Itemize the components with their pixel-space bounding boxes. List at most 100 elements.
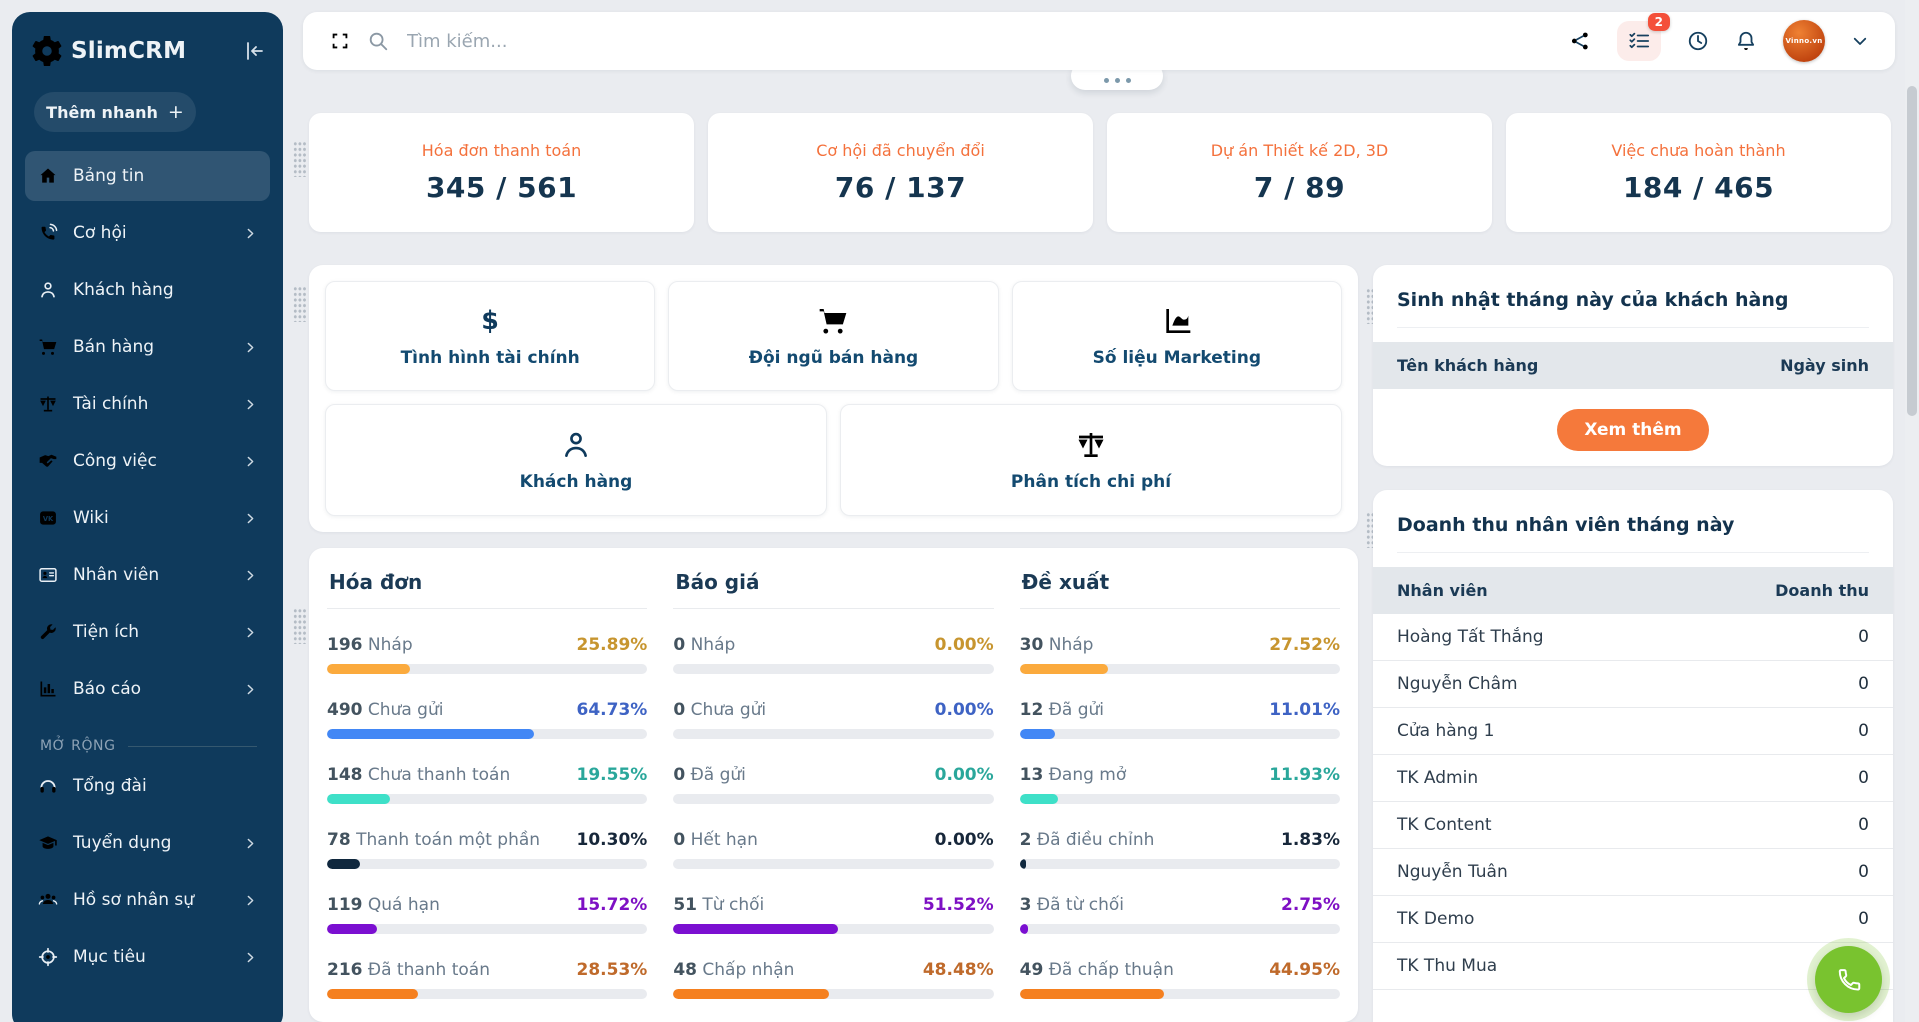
status-label: Từ chối <box>702 895 764 915</box>
stat-card-opportunities[interactable]: Cơ hội đã chuyển đổi 76 / 137 <box>708 113 1093 232</box>
tile-marketing[interactable]: Số liệu Marketing <box>1012 281 1342 391</box>
status-count: 490 <box>327 700 363 720</box>
sidebar-item-bao-cao[interactable]: Báo cáo <box>25 664 270 714</box>
sidebar-item-co-hoi[interactable]: Cơ hội <box>25 208 270 258</box>
sidebar-item-cong-viec[interactable]: Công việc <box>25 436 270 486</box>
progress-bar-fill <box>1020 924 1029 934</box>
progress-bar <box>673 664 993 674</box>
status-label: Nháp <box>691 635 736 655</box>
column-title: Đề xuất <box>1020 570 1340 609</box>
status-count: 0 <box>673 830 685 850</box>
progress-bar <box>673 989 993 999</box>
status-label: Đã gửi <box>691 765 746 785</box>
sidebar-item-wiki[interactable]: Wiki <box>25 493 270 543</box>
sidebar-item-ho-so-nhan-su[interactable]: Hồ sơ nhân sự <box>25 875 270 925</box>
column-quotes: Báo giá 0 Nháp 0.00% 0 Chưa gửi 0.00% 0 … <box>673 570 993 999</box>
sidebar-item-khach-hang[interactable]: Khách hàng <box>25 265 270 315</box>
status-label: Đang mở <box>1049 765 1127 785</box>
call-fab-button[interactable] <box>1815 946 1882 1013</box>
sidebar-item-muc-tieu[interactable]: Mục tiêu <box>25 932 270 982</box>
sidebar-item-ban-hang[interactable]: Bán hàng <box>25 322 270 372</box>
status-count: 0 <box>673 635 685 655</box>
tile-finance[interactable]: Tình hình tài chính <box>325 281 655 391</box>
progress-bar <box>673 859 993 869</box>
progress-bar-fill <box>673 989 828 999</box>
stat-card-tasks[interactable]: Việc chưa hoàn thành 184 / 465 <box>1506 113 1891 232</box>
sidebar-section-mo-rong: MỞ RỘNG <box>40 738 257 754</box>
quick-add-button[interactable]: Thêm nhanh + <box>34 92 196 132</box>
column-header-revenue: Doanh thu <box>1775 581 1869 600</box>
employee-name: TK Admin <box>1397 768 1478 788</box>
status-percent: 27.52% <box>1269 635 1340 655</box>
progress-bar-fill <box>1020 859 1026 869</box>
search-input[interactable] <box>405 30 1553 53</box>
status-percent: 11.01% <box>1269 700 1340 720</box>
status-percent: 48.48% <box>923 960 994 980</box>
history-clock-icon[interactable] <box>1687 30 1709 52</box>
tile-customers[interactable]: Khách hàng <box>325 404 827 516</box>
notifications-bell-icon[interactable] <box>1735 30 1757 52</box>
progress-bar-fill <box>327 989 418 999</box>
see-more-button[interactable]: Xem thêm <box>1557 409 1708 451</box>
column-proposals: Đề xuất 30 Nháp 27.52% 12 Đã gửi 11.01% … <box>1020 570 1340 999</box>
revenue-panel: Doanh thu nhân viên tháng này Nhân viên … <box>1373 490 1893 1022</box>
status-row: 30 Nháp 27.52% <box>1020 635 1340 674</box>
status-row: 51 Từ chối 51.52% <box>673 895 993 934</box>
tile-label: Tình hình tài chính <box>401 348 580 368</box>
status-percent: 51.52% <box>923 895 994 915</box>
progress-bar <box>327 664 647 674</box>
status-row: 148 Chưa thanh toán 19.55% <box>327 765 647 804</box>
stat-card-projects[interactable]: Dự án Thiết kế 2D, 3D 7 / 89 <box>1107 113 1492 232</box>
progress-bar <box>327 989 647 999</box>
employee-revenue: 0 <box>1858 627 1869 647</box>
drag-handle[interactable] <box>293 608 307 644</box>
status-percent: 19.55% <box>577 765 648 785</box>
table-row: Hoàng Tất Thắng 0 <box>1373 614 1893 661</box>
sidebar-item-tong-dai[interactable]: Tổng đài <box>25 761 270 811</box>
bar-chart-icon <box>38 679 58 699</box>
sidebar-item-bang-tin[interactable]: Bảng tin <box>25 151 270 201</box>
stat-value: 184 / 465 <box>1623 171 1774 204</box>
progress-bar <box>1020 859 1340 869</box>
sidebar-item-label: Công việc <box>73 451 157 471</box>
drag-handle[interactable] <box>293 141 307 177</box>
status-label: Chưa thanh toán <box>368 765 510 785</box>
sidebar-item-nhan-vien[interactable]: Nhân viên <box>25 550 270 600</box>
sidebar: SlimCRM Thêm nhanh + Bảng tin Cơ hội Khá… <box>12 12 283 1022</box>
employee-revenue: 0 <box>1858 721 1869 741</box>
chevron-down-icon[interactable] <box>1851 32 1869 50</box>
employee-name: Nguyễn Tuân <box>1397 862 1508 882</box>
scale-icon <box>38 394 58 414</box>
dollar-icon <box>474 305 506 337</box>
cart-icon <box>38 337 58 357</box>
share-icon[interactable] <box>1569 30 1591 52</box>
status-label: Chưa gửi <box>691 700 767 720</box>
fullscreen-icon[interactable] <box>329 30 351 52</box>
progress-bar <box>1020 794 1340 804</box>
scrollbar-thumb[interactable] <box>1907 86 1917 416</box>
logo-row: SlimCRM <box>12 12 283 72</box>
status-row: 216 Đã thanh toán 28.53% <box>327 960 647 999</box>
tile-cost-analysis[interactable]: Phân tích chi phí <box>840 404 1342 516</box>
sidebar-collapse-icon[interactable] <box>243 39 267 63</box>
table-row: TK Demo 0 <box>1373 896 1893 943</box>
sidebar-item-tuyen-dung[interactable]: Tuyển dụng <box>25 818 270 868</box>
sidebar-item-tai-chinh[interactable]: Tài chính <box>25 379 270 429</box>
employee-name: Cửa hàng 1 <box>1397 721 1494 741</box>
progress-bar-fill <box>1020 794 1058 804</box>
sidebar-item-label: Nhân viên <box>73 565 159 585</box>
cart-icon <box>817 305 849 337</box>
panel-title: Doanh thu nhân viên tháng này <box>1373 490 1893 552</box>
stat-card-invoices[interactable]: Hóa đơn thanh toán 345 / 561 <box>309 113 694 232</box>
plus-icon: + <box>168 101 184 123</box>
status-percent: 10.30% <box>577 830 648 850</box>
tasks-button[interactable]: 2 <box>1617 21 1661 61</box>
tile-sales-team[interactable]: Đội ngũ bán hàng <box>668 281 998 391</box>
table-header: Tên khách hàng Ngày sinh <box>1373 342 1893 389</box>
sidebar-item-tien-ich[interactable]: Tiện ích <box>25 607 270 657</box>
avatar[interactable]: Vinno.vn <box>1783 20 1825 62</box>
stat-title: Cơ hội đã chuyển đổi <box>816 141 985 160</box>
phone-icon <box>1835 966 1863 994</box>
status-count: 48 <box>673 960 697 980</box>
drag-handle[interactable] <box>293 286 307 322</box>
